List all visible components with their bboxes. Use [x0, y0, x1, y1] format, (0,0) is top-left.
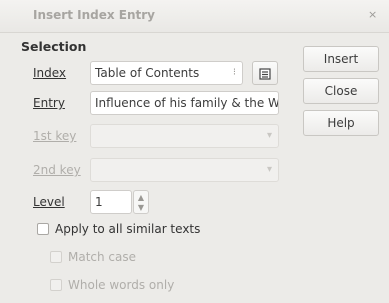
whole-words-label: Whole words only	[68, 278, 174, 292]
entry-input[interactable]: Influence of his family & the We	[90, 91, 279, 115]
entry-label-text: Entry	[33, 96, 65, 110]
match-case-label: Match case	[68, 250, 136, 264]
decrement-icon[interactable]: ▼	[134, 202, 148, 212]
apply-all-checkbox[interactable]	[37, 223, 49, 235]
index-select-value: Table of Contents	[95, 66, 200, 80]
level-label-text: Level	[33, 195, 65, 209]
close-button[interactable]: Close	[303, 78, 379, 104]
apply-all-label-text: Apply to all similar texts	[55, 222, 201, 236]
index-select[interactable]: Table of Contents ⁝	[90, 61, 243, 85]
chevron-down-icon: ▾	[266, 130, 272, 141]
match-case-label-text: Match case	[68, 250, 137, 264]
entry-input-value: Influence of his family & the We	[95, 96, 279, 110]
match-case-checkbox[interactable]	[50, 251, 62, 263]
whole-words-label-text: Whole words only	[68, 278, 175, 292]
second-key-label-text: 2nd key	[33, 163, 81, 177]
index-label: Index	[33, 66, 66, 80]
close-button-label: Close	[324, 84, 358, 98]
whole-words-checkbox[interactable]	[50, 279, 62, 291]
index-label-text: Index	[33, 66, 67, 80]
level-spinbox[interactable]: 1	[90, 190, 132, 214]
first-key-combo[interactable]: ▾	[90, 124, 279, 148]
second-key-combo[interactable]: ▾	[90, 158, 279, 182]
first-key-label-text: 1st key	[33, 129, 77, 143]
level-value: 1	[95, 195, 103, 209]
level-stepper[interactable]: ▲ ▼	[133, 190, 149, 214]
close-icon[interactable]: ×	[368, 8, 377, 21]
help-button-label: Help	[327, 116, 355, 130]
chevron-down-icon: ▾	[266, 164, 272, 175]
new-index-button[interactable]	[252, 61, 278, 85]
combo-arrows-icon: ⁝	[232, 67, 236, 78]
increment-icon[interactable]: ▲	[134, 191, 148, 202]
level-label: Level	[33, 195, 65, 209]
insert-button[interactable]: Insert	[303, 46, 379, 72]
apply-all-label: Apply to all similar texts	[55, 222, 200, 236]
dialog-title: Insert Index Entry	[33, 8, 155, 22]
second-key-label: 2nd key	[33, 163, 81, 177]
new-user-defined-index-icon	[259, 67, 271, 80]
first-key-label: 1st key	[33, 129, 76, 143]
help-button[interactable]: Help	[303, 110, 379, 136]
entry-label: Entry	[33, 96, 65, 110]
section-title-selection: Selection	[21, 39, 87, 54]
insert-button-label: Insert	[323, 52, 359, 66]
